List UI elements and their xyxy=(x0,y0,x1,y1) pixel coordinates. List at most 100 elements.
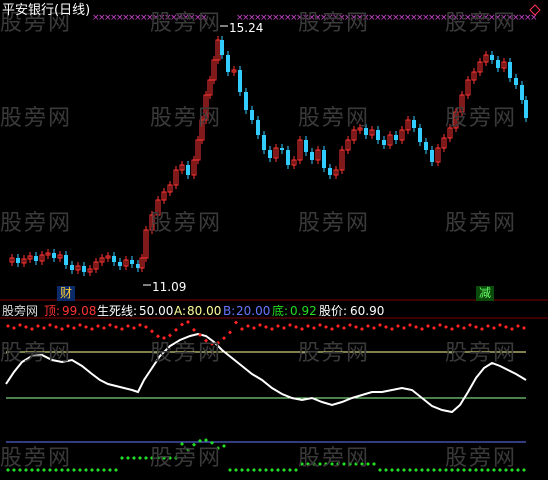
bottom-dot xyxy=(144,456,148,460)
top-dot xyxy=(432,326,436,330)
candle-body xyxy=(64,255,68,265)
bottom-dot xyxy=(522,468,526,472)
bottom-dot xyxy=(396,468,400,472)
watermark: 股旁网 xyxy=(150,341,223,366)
top-dot xyxy=(402,326,406,330)
candle-body xyxy=(524,100,528,118)
bottom-dot xyxy=(390,468,394,472)
candle-body xyxy=(328,168,332,175)
top-dot xyxy=(438,323,442,327)
top-dot xyxy=(516,324,520,328)
candle-body xyxy=(136,264,140,268)
candle-body xyxy=(382,140,386,145)
top-dot xyxy=(132,326,136,330)
bottom-value: 0.92 xyxy=(290,304,317,318)
top-dot xyxy=(306,324,310,328)
candle-body xyxy=(130,260,134,264)
candle-body xyxy=(256,120,260,135)
top-dot xyxy=(150,329,154,334)
top-dot xyxy=(510,327,514,331)
candle-body xyxy=(250,110,254,120)
top-dot xyxy=(330,327,334,331)
sell-marker: 减 xyxy=(476,286,495,301)
bottom-dot xyxy=(282,468,286,472)
watermark: 股旁网 xyxy=(0,211,73,236)
top-dot xyxy=(60,327,64,331)
candle-body xyxy=(430,150,434,162)
top-dot xyxy=(504,325,508,329)
top-dot xyxy=(246,324,250,328)
bottom-dot xyxy=(138,456,142,460)
candle-body xyxy=(418,128,422,142)
top-dot xyxy=(144,325,148,329)
bottom-dot xyxy=(114,468,118,472)
bottom-dot xyxy=(96,468,100,472)
watermark: 股旁网 xyxy=(150,446,223,471)
top-dot xyxy=(354,325,358,329)
a-label: A: xyxy=(174,304,187,318)
watermark: 股旁网 xyxy=(150,106,223,131)
top-dot xyxy=(468,323,472,327)
candle-body xyxy=(280,148,284,150)
top-dot xyxy=(258,323,262,327)
top-dot xyxy=(324,325,328,329)
bottom-dot xyxy=(132,456,136,460)
candle-body xyxy=(52,253,56,258)
candle-body xyxy=(508,62,512,78)
candle-body xyxy=(394,135,398,140)
bottom-dot xyxy=(234,468,238,472)
candle-body xyxy=(286,150,290,165)
top-dot xyxy=(174,327,178,332)
bottom-dot xyxy=(78,468,82,472)
top-dot xyxy=(282,326,286,330)
top-dot xyxy=(408,323,412,327)
top-dot xyxy=(126,324,130,328)
top-dot xyxy=(390,327,394,331)
top-dot xyxy=(474,325,478,329)
top-dot xyxy=(72,326,76,330)
bottom-dot xyxy=(414,468,418,472)
candle-body xyxy=(220,40,224,55)
top-dot xyxy=(90,327,94,331)
top-dot xyxy=(120,327,124,331)
top-dot xyxy=(264,325,268,329)
life-line-value: 50.00 xyxy=(139,304,174,318)
candle-body xyxy=(186,165,190,175)
indicator-name: 股旁网 xyxy=(2,304,39,318)
candle-body xyxy=(82,266,86,272)
candle-body xyxy=(514,78,518,85)
a-value: 80.00 xyxy=(187,304,222,318)
top-dot xyxy=(180,322,184,327)
top-dot xyxy=(342,326,346,330)
top-dot xyxy=(378,323,382,327)
bottom-dot xyxy=(438,468,442,472)
bottom-dot xyxy=(372,462,376,466)
candle-body xyxy=(490,55,494,60)
top-dot xyxy=(12,326,16,330)
top-dot xyxy=(54,325,58,329)
top-dot xyxy=(108,323,112,327)
bottom-dot xyxy=(90,468,94,472)
candle-body xyxy=(34,256,38,261)
watermark: 股旁网 xyxy=(445,11,518,36)
candle-body xyxy=(376,130,380,140)
bottom-dot xyxy=(276,468,280,472)
top-dot xyxy=(492,326,496,330)
top-dot xyxy=(48,323,52,327)
top-dot xyxy=(318,323,322,327)
top-dot xyxy=(102,326,106,330)
candle-body xyxy=(112,256,116,262)
candle-body xyxy=(310,152,314,160)
top-dot xyxy=(372,326,376,330)
top-dot xyxy=(186,320,190,325)
high-price-label: 15.24 xyxy=(229,21,264,35)
stock-price-label: 股价: xyxy=(319,304,348,318)
top-dot xyxy=(114,325,118,329)
candle-body xyxy=(262,135,266,150)
top-dot xyxy=(456,324,460,328)
candle-body xyxy=(304,140,308,152)
top-dot xyxy=(312,326,316,330)
bottom-dot xyxy=(126,456,130,460)
low-price-label: 11.09 xyxy=(152,280,187,294)
watermark: 股旁网 xyxy=(298,11,371,36)
